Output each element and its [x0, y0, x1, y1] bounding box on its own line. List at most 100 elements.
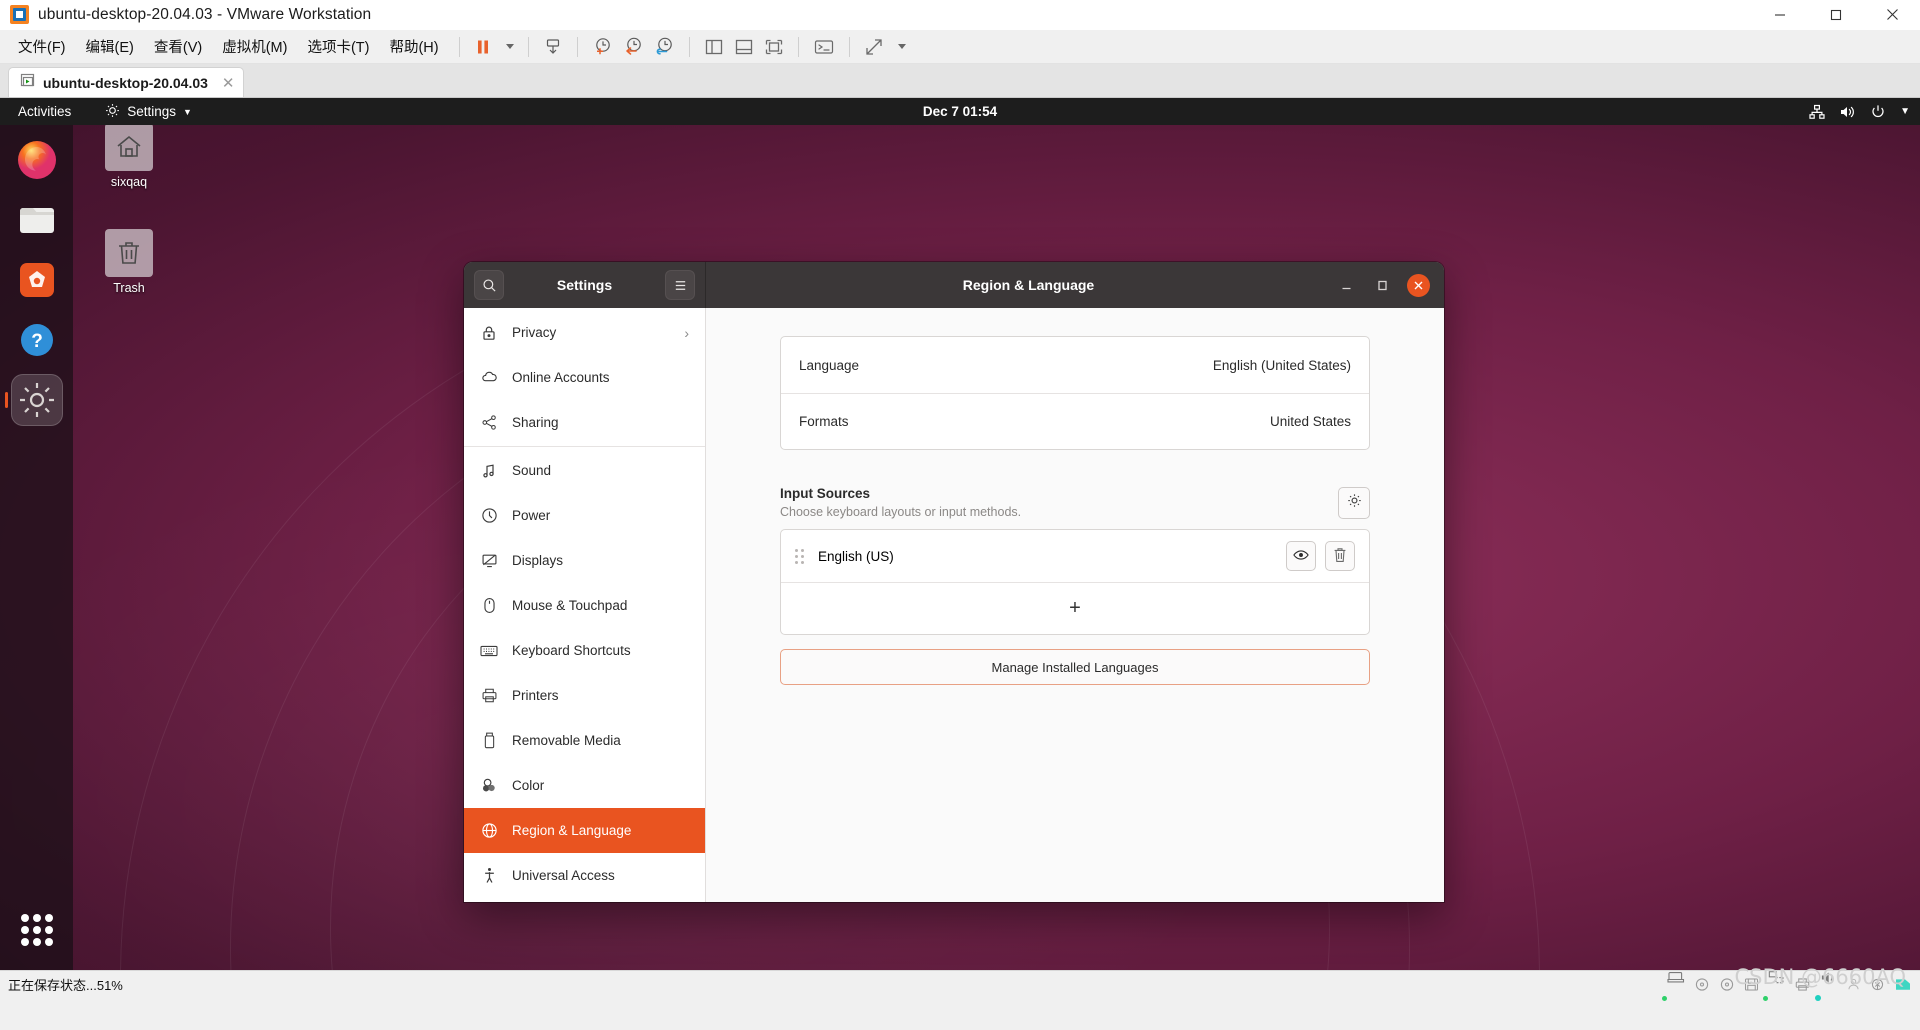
- usb-icon[interactable]: [1846, 977, 1861, 992]
- input-source-english-us[interactable]: English (US): [781, 530, 1369, 582]
- fullscreen-button[interactable]: [859, 33, 889, 61]
- input-sources-card: English (US) +: [780, 529, 1370, 635]
- vm-tab-label: ubuntu-desktop-20.04.03: [43, 74, 208, 91]
- app-menu-button[interactable]: Settings ▼: [105, 103, 192, 121]
- menu-help[interactable]: 帮助(H): [380, 32, 447, 61]
- row-language[interactable]: Language English (United States): [781, 337, 1369, 393]
- close-button[interactable]: [1407, 273, 1430, 297]
- close-button[interactable]: [1864, 0, 1920, 30]
- hard-disk-icon[interactable]: [1662, 970, 1685, 1001]
- network-icon: [1809, 104, 1825, 120]
- sidebar-item-label: Online Accounts: [512, 370, 610, 385]
- menu-file[interactable]: 文件(F): [9, 32, 75, 61]
- sidebar-item-universal-access[interactable]: Universal Access: [464, 853, 705, 898]
- minimize-button[interactable]: [1752, 0, 1808, 30]
- sidebar-item-color[interactable]: Color: [464, 763, 705, 808]
- input-sources-options-button[interactable]: [1338, 487, 1370, 519]
- desktop-icon-home[interactable]: sixqaq: [85, 123, 173, 189]
- menu-vm[interactable]: 虚拟机(M): [213, 32, 296, 61]
- vmware-logo-icon: [10, 5, 29, 24]
- add-input-source-button[interactable]: +: [781, 582, 1369, 634]
- revert-snapshot-button[interactable]: [618, 33, 649, 61]
- minimize-button[interactable]: [1335, 274, 1357, 296]
- gear-icon: [105, 103, 120, 121]
- display-icon[interactable]: [1894, 977, 1912, 992]
- dock-files[interactable]: [11, 194, 63, 246]
- sidebar-item-label: Printers: [512, 688, 559, 703]
- sidebar-item-sharing[interactable]: Sharing: [464, 400, 705, 445]
- gear-icon: [1347, 493, 1362, 513]
- dock-software[interactable]: [11, 254, 63, 306]
- terminal-button[interactable]: [808, 33, 840, 61]
- sidebar-item-mouse-touchpad[interactable]: Mouse & Touchpad: [464, 583, 705, 628]
- sidebar-item-label: Universal Access: [512, 868, 615, 883]
- manage-button-label: Manage Installed Languages: [991, 659, 1159, 675]
- floppy-icon[interactable]: [1744, 977, 1759, 992]
- activities-button[interactable]: Activities: [10, 104, 79, 119]
- menu-edit[interactable]: 编辑(E): [77, 32, 143, 61]
- fullscreen-dropdown[interactable]: [889, 33, 911, 61]
- input-sources-title: Input Sources: [780, 486, 871, 501]
- sidebar-item-label: Color: [512, 778, 545, 793]
- sidebar-item-region-language[interactable]: Region & Language: [464, 808, 705, 853]
- ubuntu-guest-screen: Activities Settings ▼ Dec 7 01:54 ▼ ? si…: [0, 98, 1920, 970]
- network-icon[interactable]: [1763, 970, 1785, 1001]
- search-icon[interactable]: [474, 270, 504, 300]
- globe-icon: [480, 822, 498, 840]
- dock-settings[interactable]: [10, 374, 63, 426]
- printer-icon[interactable]: [1794, 977, 1811, 992]
- maximize-button[interactable]: [1808, 0, 1864, 30]
- dock-firefox[interactable]: [11, 134, 63, 186]
- close-icon[interactable]: ✕: [208, 74, 235, 92]
- sidebar-item-printers[interactable]: Printers: [464, 673, 705, 718]
- chevron-down-icon: [505, 44, 514, 49]
- sidebar-item-removable-media[interactable]: Removable Media: [464, 718, 705, 763]
- take-snapshot-button[interactable]: [587, 33, 618, 61]
- sidebar-item-keyboard-shortcuts[interactable]: Keyboard Shortcuts: [464, 628, 705, 673]
- bluetooth-icon[interactable]: [1870, 977, 1885, 992]
- snapshot-manager-button[interactable]: [538, 33, 568, 61]
- menu-view[interactable]: 查看(V): [145, 32, 211, 61]
- cd-icon[interactable]: [1694, 977, 1710, 992]
- sound-icon[interactable]: [1815, 970, 1837, 1001]
- show-thumbnails-button[interactable]: [729, 33, 759, 61]
- power-icon: [1870, 104, 1886, 120]
- sidebar-item-sound[interactable]: Sound: [464, 448, 705, 493]
- chevron-down-icon: ▼: [183, 106, 192, 117]
- sidebar-item-label: Displays: [512, 553, 564, 568]
- sidebar-item-label: Removable Media: [512, 733, 621, 748]
- vm-tab-ubuntu-desktop[interactable]: ubuntu-desktop-20.04.03 ✕: [8, 67, 244, 97]
- lock-icon: [480, 324, 498, 342]
- remove-input-source-button[interactable]: [1325, 541, 1355, 571]
- sidebar-item-users[interactable]: Users: [464, 898, 705, 902]
- clock[interactable]: Dec 7 01:54: [923, 104, 997, 119]
- maximize-button[interactable]: [1371, 274, 1393, 296]
- show-library-button[interactable]: [699, 33, 729, 61]
- sidebar-item-online-accounts[interactable]: Online Accounts: [464, 355, 705, 400]
- drag-handle-icon[interactable]: [795, 548, 804, 564]
- dock-show-applications[interactable]: [15, 908, 59, 952]
- dock-help[interactable]: ?: [11, 314, 63, 366]
- row-formats[interactable]: Formats United States: [781, 393, 1369, 449]
- page-title: Region & Language: [962, 277, 1095, 293]
- manage-snapshots-button[interactable]: [649, 33, 680, 61]
- system-tray[interactable]: ▼: [1809, 104, 1910, 120]
- preview-layout-button[interactable]: [1286, 541, 1316, 571]
- ubuntu-dock: ?: [0, 125, 73, 970]
- show-console-view-button[interactable]: [759, 33, 789, 61]
- toolbar-divider-5: [797, 36, 799, 57]
- sidebar-item-privacy[interactable]: Privacy ›: [464, 310, 705, 355]
- menu-tabs[interactable]: 选项卡(T): [298, 32, 378, 61]
- suspend-button[interactable]: [469, 33, 497, 61]
- desktop-icon-trash[interactable]: Trash: [85, 229, 173, 295]
- chevron-down-icon: [897, 44, 906, 49]
- hamburger-menu-icon[interactable]: [665, 270, 695, 300]
- sidebar-item-displays[interactable]: Displays: [464, 538, 705, 583]
- sidebar-item-label: Mouse & Touchpad: [512, 598, 628, 613]
- sidebar-item-label: Sound: [512, 463, 552, 478]
- cd-icon[interactable]: [1719, 977, 1735, 992]
- manage-installed-languages-button[interactable]: Manage Installed Languages: [780, 649, 1370, 685]
- mouse-icon: [480, 597, 498, 615]
- power-dropdown[interactable]: [497, 33, 519, 61]
- sidebar-item-power[interactable]: Power: [464, 493, 705, 538]
